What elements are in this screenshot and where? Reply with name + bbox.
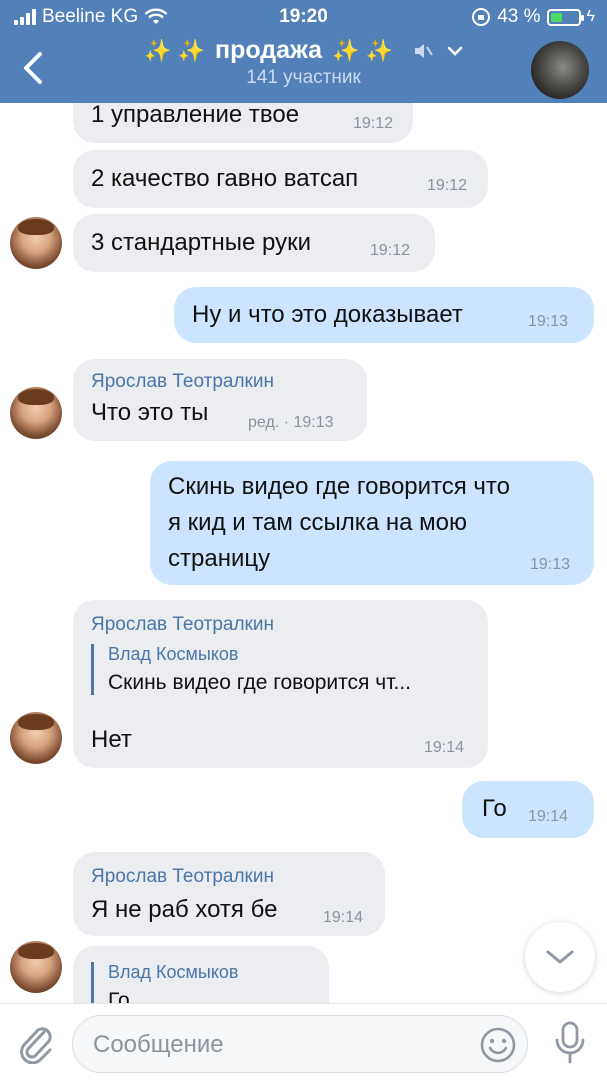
avatar[interactable] — [10, 712, 62, 764]
chat-header: Beeline KG 19:20 43 % ϟ ✨ ✨ продажа ✨ ✨ … — [0, 0, 607, 103]
muted-icon — [414, 43, 433, 58]
message-bubble[interactable]: Ярослав Теотралкин Что это ты ред. · 19:… — [73, 359, 367, 441]
sender-name[interactable]: Ярослав Теотралкин — [91, 866, 274, 888]
paperclip-icon[interactable] — [16, 1022, 56, 1064]
status-right: 43 % ϟ — [471, 6, 595, 28]
reply-text: Скинь видео где говорится чт... — [108, 671, 411, 694]
message-text: Го — [482, 795, 507, 822]
message-time: 19:14 — [424, 739, 465, 756]
reply-text: Го — [108, 989, 130, 1003]
message-time: 19:14 — [323, 909, 364, 926]
message-bubble-outgoing[interactable]: Ну и что это доказывает 19:13 — [174, 287, 594, 343]
chat-title-area[interactable]: ✨ ✨ продажа ✨ ✨ 141 участник — [0, 36, 607, 89]
battery-icon — [546, 8, 584, 26]
microphone-icon[interactable] — [553, 1020, 587, 1066]
message-list[interactable]: 1 управление твое 19:12 2 качество гавно… — [0, 103, 607, 1003]
avatar[interactable] — [10, 217, 62, 269]
reply-quote[interactable]: Влад Космыков Го — [91, 962, 238, 1003]
message-time: ред. · 19:13 — [248, 414, 334, 431]
message-text-line: я кид и там ссылка на мою — [168, 509, 467, 536]
sparkle-emoji: ✨ ✨ — [144, 37, 205, 63]
message-bubble[interactable]: Влад Космыков Го — [73, 946, 329, 1003]
scroll-to-bottom-button[interactable] — [525, 922, 595, 992]
message-composer: Сообщение — [0, 1003, 607, 1080]
message-text-line: Скинь видео где говорится что — [168, 473, 510, 500]
status-bar: Beeline KG 19:20 43 % ϟ — [0, 0, 607, 36]
message-bubble[interactable]: 3 стандартные руки 19:12 — [73, 214, 435, 272]
avatar[interactable] — [10, 941, 62, 993]
message-time: 19:14 — [528, 808, 569, 825]
message-text: 1 управление твое — [91, 103, 300, 128]
message-input-placeholder: Сообщение — [93, 1031, 224, 1058]
message-time: 19:12 — [353, 115, 394, 132]
sender-name[interactable]: Ярослав Теотралкин — [91, 614, 274, 636]
message-time: 19:13 — [530, 556, 571, 573]
message-text: 2 качество гавно ватсап — [91, 165, 359, 192]
avatar[interactable] — [10, 387, 62, 439]
message-text: Я не раб хотя бе — [91, 896, 278, 923]
message-text: 3 стандартные руки — [91, 229, 312, 256]
message-bubble-outgoing[interactable]: Скинь видео где говорится что я кид и та… — [150, 461, 594, 585]
chevron-down-icon — [447, 46, 463, 56]
sender-name[interactable]: Ярослав Теотралкин — [91, 371, 274, 393]
sparkle-emoji-2: ✨ ✨ — [332, 37, 393, 63]
chat-title: продажа — [214, 36, 323, 64]
message-time: 19:12 — [427, 177, 468, 194]
message-text: Что это ты — [91, 399, 209, 426]
orientation-lock-icon — [472, 8, 491, 26]
emoji-icon[interactable] — [479, 1026, 517, 1064]
message-time: 19:13 — [528, 313, 569, 330]
message-bubble[interactable]: Ярослав Теотралкин Влад Космыков Скинь в… — [73, 600, 488, 768]
message-bubble[interactable]: Ярослав Теотралкин Я не раб хотя бе 19:1… — [73, 852, 385, 936]
message-bubble[interactable]: 2 качество гавно ватсап 19:12 — [73, 150, 488, 208]
message-bubble[interactable]: 1 управление твое 19:12 — [73, 103, 413, 143]
message-text: Ну и что это доказывает — [192, 301, 463, 328]
reply-author: Влад Космыков — [108, 644, 239, 664]
reply-author: Влад Космыков — [108, 962, 239, 982]
group-avatar[interactable] — [531, 41, 589, 99]
battery-percent: 43 % — [497, 6, 541, 27]
chat-members-count: 141 участник — [246, 67, 361, 88]
chevron-down-icon — [546, 950, 574, 964]
message-input[interactable]: Сообщение — [72, 1015, 528, 1073]
charging-icon: ϟ — [586, 8, 595, 25]
reply-quote[interactable]: Влад Космыков Скинь видео где говорится … — [91, 644, 411, 695]
message-text: Нет — [91, 726, 132, 753]
message-bubble-outgoing[interactable]: Го 19:14 — [462, 781, 594, 838]
message-time: 19:12 — [370, 242, 411, 259]
message-text-line: страницу — [168, 545, 271, 572]
